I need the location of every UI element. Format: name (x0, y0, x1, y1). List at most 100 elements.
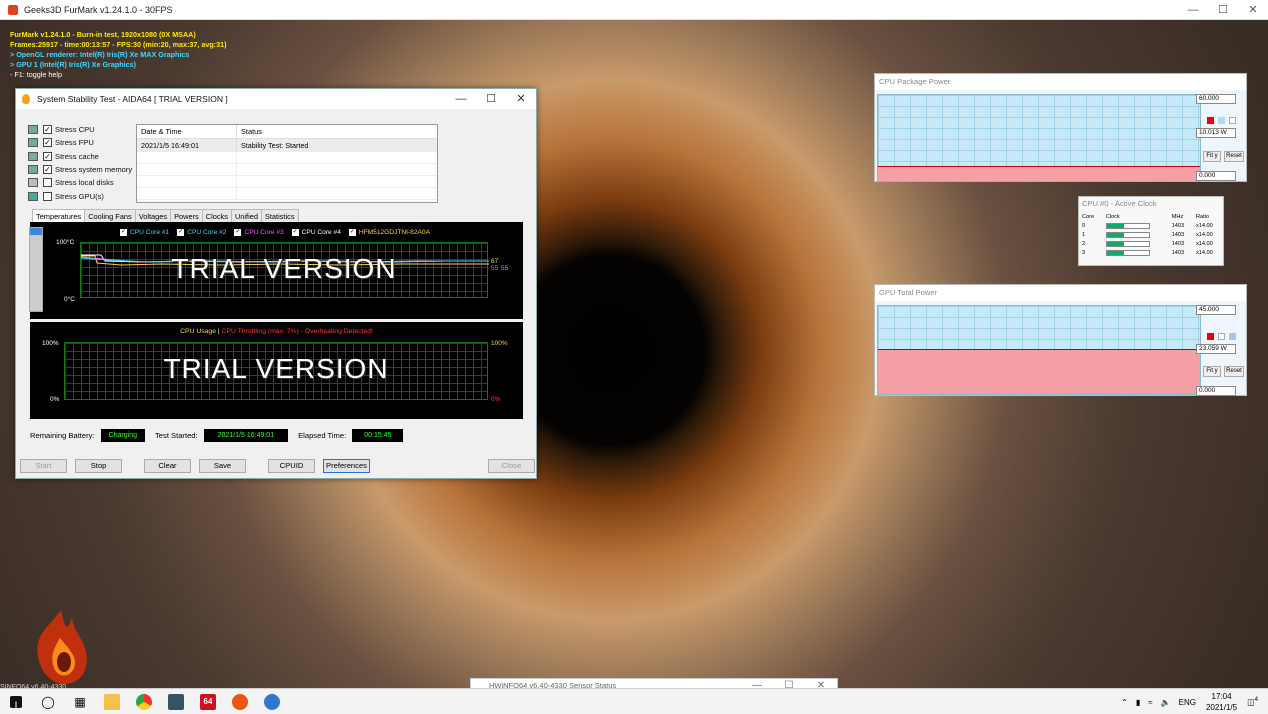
tab-voltages[interactable]: Voltages (134, 209, 172, 223)
color-swatch-icon[interactable] (1218, 333, 1225, 340)
temp-right-value-3: 55 (501, 265, 509, 272)
stress-options: ✓ Stress CPU ✓ Stress FPU ✓ Stress cache ✓ S… (28, 123, 132, 203)
search-icon[interactable]: ◯ (32, 689, 64, 714)
stress-memory-row[interactable]: ✓ Stress system memory (28, 163, 132, 176)
aida-titlebar[interactable]: System Stability Test - AIDA64 [ TRIAL V… (16, 89, 536, 109)
aida-close-icon[interactable]: ✕ (506, 89, 536, 109)
event-log[interactable]: Date & Time Status 2021/1/5 16:49:01 Sta… (136, 124, 438, 203)
clear-button[interactable]: Clear (144, 459, 191, 473)
stress-disks-checkbox[interactable] (43, 178, 52, 188)
stress-gpu-checkbox[interactable] (43, 191, 52, 201)
legend-ssd[interactable]: ✓ HFM512GDJTNI-82A0A (348, 229, 430, 236)
tab-powers[interactable]: Powers (170, 209, 203, 223)
color-swatch-icon[interactable] (1229, 333, 1236, 340)
usage-ymax-right: 100% (491, 340, 508, 347)
save-button[interactable]: Save (199, 459, 246, 473)
hwinfo-icon[interactable] (256, 689, 288, 714)
chrome-icon[interactable] (128, 689, 160, 714)
overlay-line-1: FurMark v1.24.1.0 - Burn-in test, 1920x1… (10, 30, 196, 39)
taskbar: ◯ ▦ 64 ⌃ ▮ ≈ 🔈 ENG 17:04 2021/1/5 ◫4 (0, 688, 1268, 714)
cpu-power-min[interactable]: 0.000 (1196, 171, 1236, 181)
gpu-fit-y-button[interactable]: Fit y (1203, 366, 1221, 377)
stress-cpu-row[interactable]: ✓ Stress CPU (28, 123, 132, 136)
cpu-fit-y-button[interactable]: Fit y (1203, 151, 1221, 162)
file-explorer-icon[interactable] (96, 689, 128, 714)
volume-icon[interactable]: 🔈 (1161, 698, 1171, 707)
cpu-power-plot (877, 94, 1201, 182)
started-label: Test Started: (155, 431, 198, 440)
log-header-datetime[interactable]: Date & Time (137, 125, 237, 138)
gpu-power-panel: GPU Total Power 45.000 23.059 W Fit y Re… (874, 284, 1247, 396)
gpu-icon (28, 191, 38, 201)
aida-maximize-icon[interactable]: ☐ (476, 89, 506, 109)
stress-gpu-row[interactable]: Stress GPU(s) (28, 189, 132, 202)
gpu-reset-button[interactable]: Reset (1224, 366, 1244, 377)
legend-core-1[interactable]: ✓ CPU Core #1 (120, 229, 169, 236)
tab-cooling-fans[interactable]: Cooling Fans (84, 209, 136, 223)
color-swatch-icon[interactable] (1218, 117, 1225, 124)
maximize-icon[interactable]: ☐ (1208, 0, 1238, 20)
temp-watermark: TRIAL VERSION (171, 253, 397, 284)
gpu-power-max[interactable]: 45.000 (1196, 305, 1236, 315)
color-swatch-icon[interactable] (1207, 333, 1214, 340)
gpu-power-min[interactable]: 0.000 (1196, 386, 1236, 396)
furmark-titlebar[interactable]: Geeks3D FurMark v1.24.1.0 - 30FPS — ☐ ✕ (0, 0, 1268, 20)
battery-icon[interactable]: ▮ (1136, 698, 1140, 707)
chart-scrollbar[interactable] (29, 227, 43, 312)
legend-checkbox-icon[interactable]: ✓ (234, 229, 242, 236)
legend-checkbox-icon[interactable]: ✓ (177, 229, 185, 236)
language-indicator[interactable]: ENG (1179, 698, 1196, 707)
stress-memory-checkbox[interactable]: ✓ (43, 165, 52, 175)
scroll-thumb[interactable] (30, 228, 42, 235)
clock-header-mhz: MHz (1171, 213, 1184, 220)
tab-unified[interactable]: Unified (230, 209, 262, 223)
log-cell-status: Stability Test: Started (241, 141, 309, 150)
aida64-icon[interactable]: 64 (192, 689, 224, 714)
status-bar: Remaining Battery: Charging Test Started… (30, 429, 413, 442)
clock[interactable]: 17:04 2021/1/5 (1206, 691, 1237, 713)
legend-core-2[interactable]: ✓ CPU Core #2 (177, 229, 226, 236)
stress-cache-checkbox[interactable]: ✓ (43, 151, 52, 161)
stress-cache-row[interactable]: ✓ Stress cache (28, 150, 132, 163)
cpu-reset-button[interactable]: Reset (1224, 151, 1244, 162)
app-icon[interactable] (160, 689, 192, 714)
active-clock-panel: CPU #0 - Active Clock Core Clock MHz Rat… (1078, 196, 1224, 266)
close-icon[interactable]: ✕ (1238, 0, 1268, 20)
stress-cpu-checkbox[interactable]: ✓ (43, 125, 52, 135)
stop-button[interactable]: Stop (75, 459, 122, 473)
stress-fpu-row[interactable]: ✓ Stress FPU (28, 136, 132, 149)
cpu-power-max[interactable]: 60.000 (1196, 94, 1236, 104)
chevron-up-icon[interactable]: ⌃ (1121, 698, 1128, 707)
stress-disks-row[interactable]: Stress local disks (28, 176, 132, 189)
cpu-power-fill (878, 166, 1200, 181)
overlay-line-2: Frames:25917 - time:00:13:57 - FPS:30 (m… (10, 40, 227, 49)
start-button[interactable]: Start (20, 459, 67, 473)
windows-start-icon[interactable] (0, 689, 32, 714)
log-row[interactable]: 2021/1/5 16:49:01 Stability Test: Starte… (137, 139, 437, 152)
wifi-icon[interactable]: ≈ (1148, 698, 1152, 707)
system-tray: ⌃ ▮ ≈ 🔈 ENG 17:04 2021/1/5 ◫4 (1121, 689, 1258, 714)
stress-fpu-checkbox[interactable]: ✓ (43, 138, 52, 148)
legend-core-3[interactable]: ✓ CPU Core #3 (234, 229, 284, 236)
legend-checkbox-icon[interactable]: ✓ (348, 229, 356, 236)
tab-statistics[interactable]: Statistics (260, 209, 299, 223)
furmark-icon[interactable] (224, 689, 256, 714)
tab-temperatures[interactable]: Temperatures (32, 209, 86, 223)
legend-checkbox-icon[interactable]: ✓ (120, 229, 127, 236)
log-header-status[interactable]: Status (237, 127, 262, 136)
aida-minimize-icon[interactable]: — (446, 89, 476, 109)
table-row: 0 1403 x14.00 (1082, 222, 1213, 229)
tab-clocks[interactable]: Clocks (201, 209, 232, 223)
close-button[interactable]: Close (488, 459, 535, 473)
cpuid-button[interactable]: CPUID (268, 459, 315, 473)
legend-checkbox-icon[interactable]: ✓ (291, 229, 299, 236)
minimize-icon[interactable]: — (1178, 0, 1208, 20)
preferences-button[interactable]: Preferences (323, 459, 370, 473)
color-swatch-icon[interactable] (1229, 117, 1236, 124)
legend-core-4[interactable]: ✓ CPU Core #4 (291, 229, 341, 236)
notification-icon[interactable]: ◫4 (1247, 697, 1258, 707)
gpu-power-fill (878, 349, 1200, 394)
color-swatch-icon[interactable] (1207, 117, 1214, 124)
task-view-icon[interactable]: ▦ (64, 689, 96, 714)
temp-ymin: 0°C (64, 296, 75, 303)
